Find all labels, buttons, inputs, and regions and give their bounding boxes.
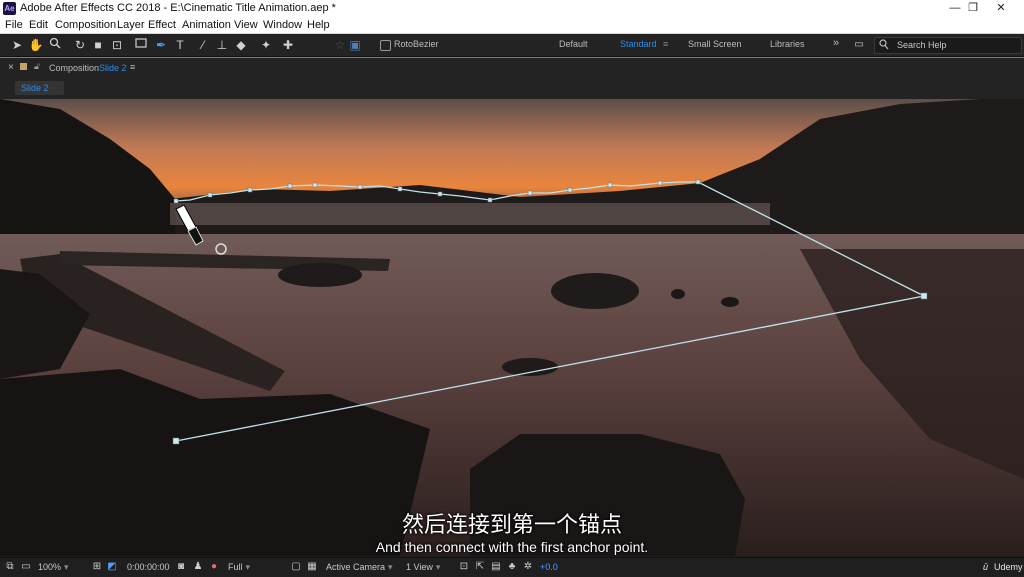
rotation-tool-icon[interactable]: ↻: [72, 37, 88, 53]
workspace-overflow-button[interactable]: »: [833, 37, 839, 49]
fast-previews-icon[interactable]: ⇱: [474, 561, 486, 573]
clone-stamp-tool-icon[interactable]: ⊥: [214, 37, 230, 53]
menu-bar: File Edit Composition Layer Effect Anima…: [0, 17, 1024, 34]
workspace-standard[interactable]: Standard: [620, 39, 657, 49]
after-effects-app-icon: Ae: [3, 2, 16, 15]
menu-file[interactable]: File: [5, 19, 23, 31]
brush-tool-icon[interactable]: ⁄: [195, 37, 211, 53]
menu-layer[interactable]: Layer: [117, 19, 145, 31]
subtitle-english: And then connect with the first anchor p…: [375, 539, 649, 555]
menu-window[interactable]: Window: [263, 19, 302, 31]
active-camera-dropdown[interactable]: Active Camera: [326, 562, 393, 573]
window-title: Adobe After Effects CC 2018 - E:\Cinemat…: [20, 2, 336, 14]
flowchart-icon[interactable]: ♣: [506, 561, 518, 573]
lake-sunset-footage: [0, 99, 1024, 556]
viewer-controls-bar: ⧉ ▭ 100% ⊞ ◩ 0:00:00:00 ◙ ♟ ● Full ▢ ▦ A…: [0, 557, 1024, 577]
transparency-grid-icon[interactable]: ▦: [306, 561, 318, 573]
close-panel-button[interactable]: ×: [8, 62, 14, 73]
selection-tool-icon[interactable]: ➤: [9, 37, 25, 53]
grid-guides-icon[interactable]: ⊞: [91, 561, 103, 573]
hand-tool-icon[interactable]: ✋: [28, 37, 44, 53]
eraser-tool-icon[interactable]: ◆: [233, 37, 249, 53]
search-help-placeholder: Search Help: [897, 40, 947, 50]
menu-help[interactable]: Help: [307, 19, 330, 31]
snapshot-camera-icon[interactable]: ◙: [175, 561, 187, 573]
title-bar: Ae Adobe After Effects CC 2018 - E:\Cine…: [0, 0, 1024, 17]
region-of-interest-icon[interactable]: ▢: [290, 561, 302, 573]
composition-name[interactable]: Slide 2: [99, 63, 127, 73]
mask-visibility-icon[interactable]: ◩: [106, 561, 118, 573]
resolution-dropdown[interactable]: Full: [228, 562, 250, 573]
rotobezier-checkbox[interactable]: [380, 40, 391, 51]
show-snapshot-icon[interactable]: ♟: [192, 561, 204, 573]
composition-tab-row: Slide 2: [0, 78, 1024, 99]
color-channel-icon[interactable]: ●: [208, 561, 220, 573]
monitor-icon[interactable]: ▭: [20, 561, 32, 573]
close-window-button[interactable]: ✕: [978, 0, 1024, 17]
pixel-aspect-icon[interactable]: ⊡: [458, 561, 470, 573]
comp-tab-slide-2[interactable]: Slide 2: [15, 81, 64, 95]
lock-icon[interactable]: 🔓︎: [34, 61, 40, 72]
rectangle-tool-icon[interactable]: [133, 37, 149, 53]
zoom-tool-icon[interactable]: [47, 37, 63, 53]
menu-composition[interactable]: Composition: [55, 19, 116, 31]
rotobezier-label: RotoBezier: [394, 39, 439, 49]
udemy-watermark: Udemy: [994, 562, 1023, 572]
current-time[interactable]: 0:00:00:00: [127, 562, 170, 572]
exposure-value[interactable]: +0.0: [540, 562, 558, 572]
panel-color-icon: [20, 63, 27, 70]
exposure-reset-icon[interactable]: ✲: [522, 561, 534, 573]
puppet-pin-tool-icon[interactable]: ✚: [280, 37, 296, 53]
local-axis-icon[interactable]: ☆: [332, 37, 348, 53]
sync-settings-icon[interactable]: ▭: [851, 37, 867, 53]
composition-viewer[interactable]: [0, 99, 1024, 556]
magnification-dropdown[interactable]: 100%: [38, 562, 69, 573]
udemy-logo: ū: [983, 562, 989, 572]
menu-animation[interactable]: Animation: [182, 19, 231, 31]
always-preview-icon[interactable]: ⧉: [4, 561, 16, 573]
workspace-default[interactable]: Default: [559, 39, 588, 49]
pan-behind-tool-icon[interactable]: ⊡: [109, 37, 125, 53]
menu-effect[interactable]: Effect: [148, 19, 176, 31]
menu-edit[interactable]: Edit: [29, 19, 48, 31]
composition-panel-title: Composition: [49, 63, 100, 73]
world-axis-icon[interactable]: ▣: [347, 37, 363, 53]
pen-tool-icon[interactable]: ✒: [153, 37, 169, 53]
composition-panel-header: × 🔓︎ Composition Slide 2 ≡: [0, 57, 1024, 78]
menu-view[interactable]: View: [234, 19, 258, 31]
search-help-field[interactable]: Search Help: [874, 37, 1022, 54]
tools-panel: ➤ ✋ ↻ ■ ⊡ ✒ T ⁄ ⊥ ◆ ✦ ✚ ☆ ▣ RotoBezier D…: [0, 34, 1024, 57]
panel-menu-icon[interactable]: ≡: [130, 62, 135, 72]
timeline-icon[interactable]: ▤: [490, 561, 502, 573]
view-layout-dropdown[interactable]: 1 View: [406, 562, 440, 573]
roto-brush-tool-icon[interactable]: ✦: [258, 37, 274, 53]
type-tool-icon[interactable]: T: [172, 37, 188, 53]
workspace-libraries[interactable]: Libraries: [770, 39, 805, 49]
panel-focus-line: [0, 57, 1024, 58]
camera-tool-icon[interactable]: ■: [90, 37, 106, 53]
workspace-menu-icon[interactable]: ≡: [663, 39, 668, 49]
search-icon: [879, 39, 889, 52]
workspace-small-screen[interactable]: Small Screen: [688, 39, 742, 49]
subtitle-chinese: 然后连接到第一个锚点: [401, 512, 622, 537]
